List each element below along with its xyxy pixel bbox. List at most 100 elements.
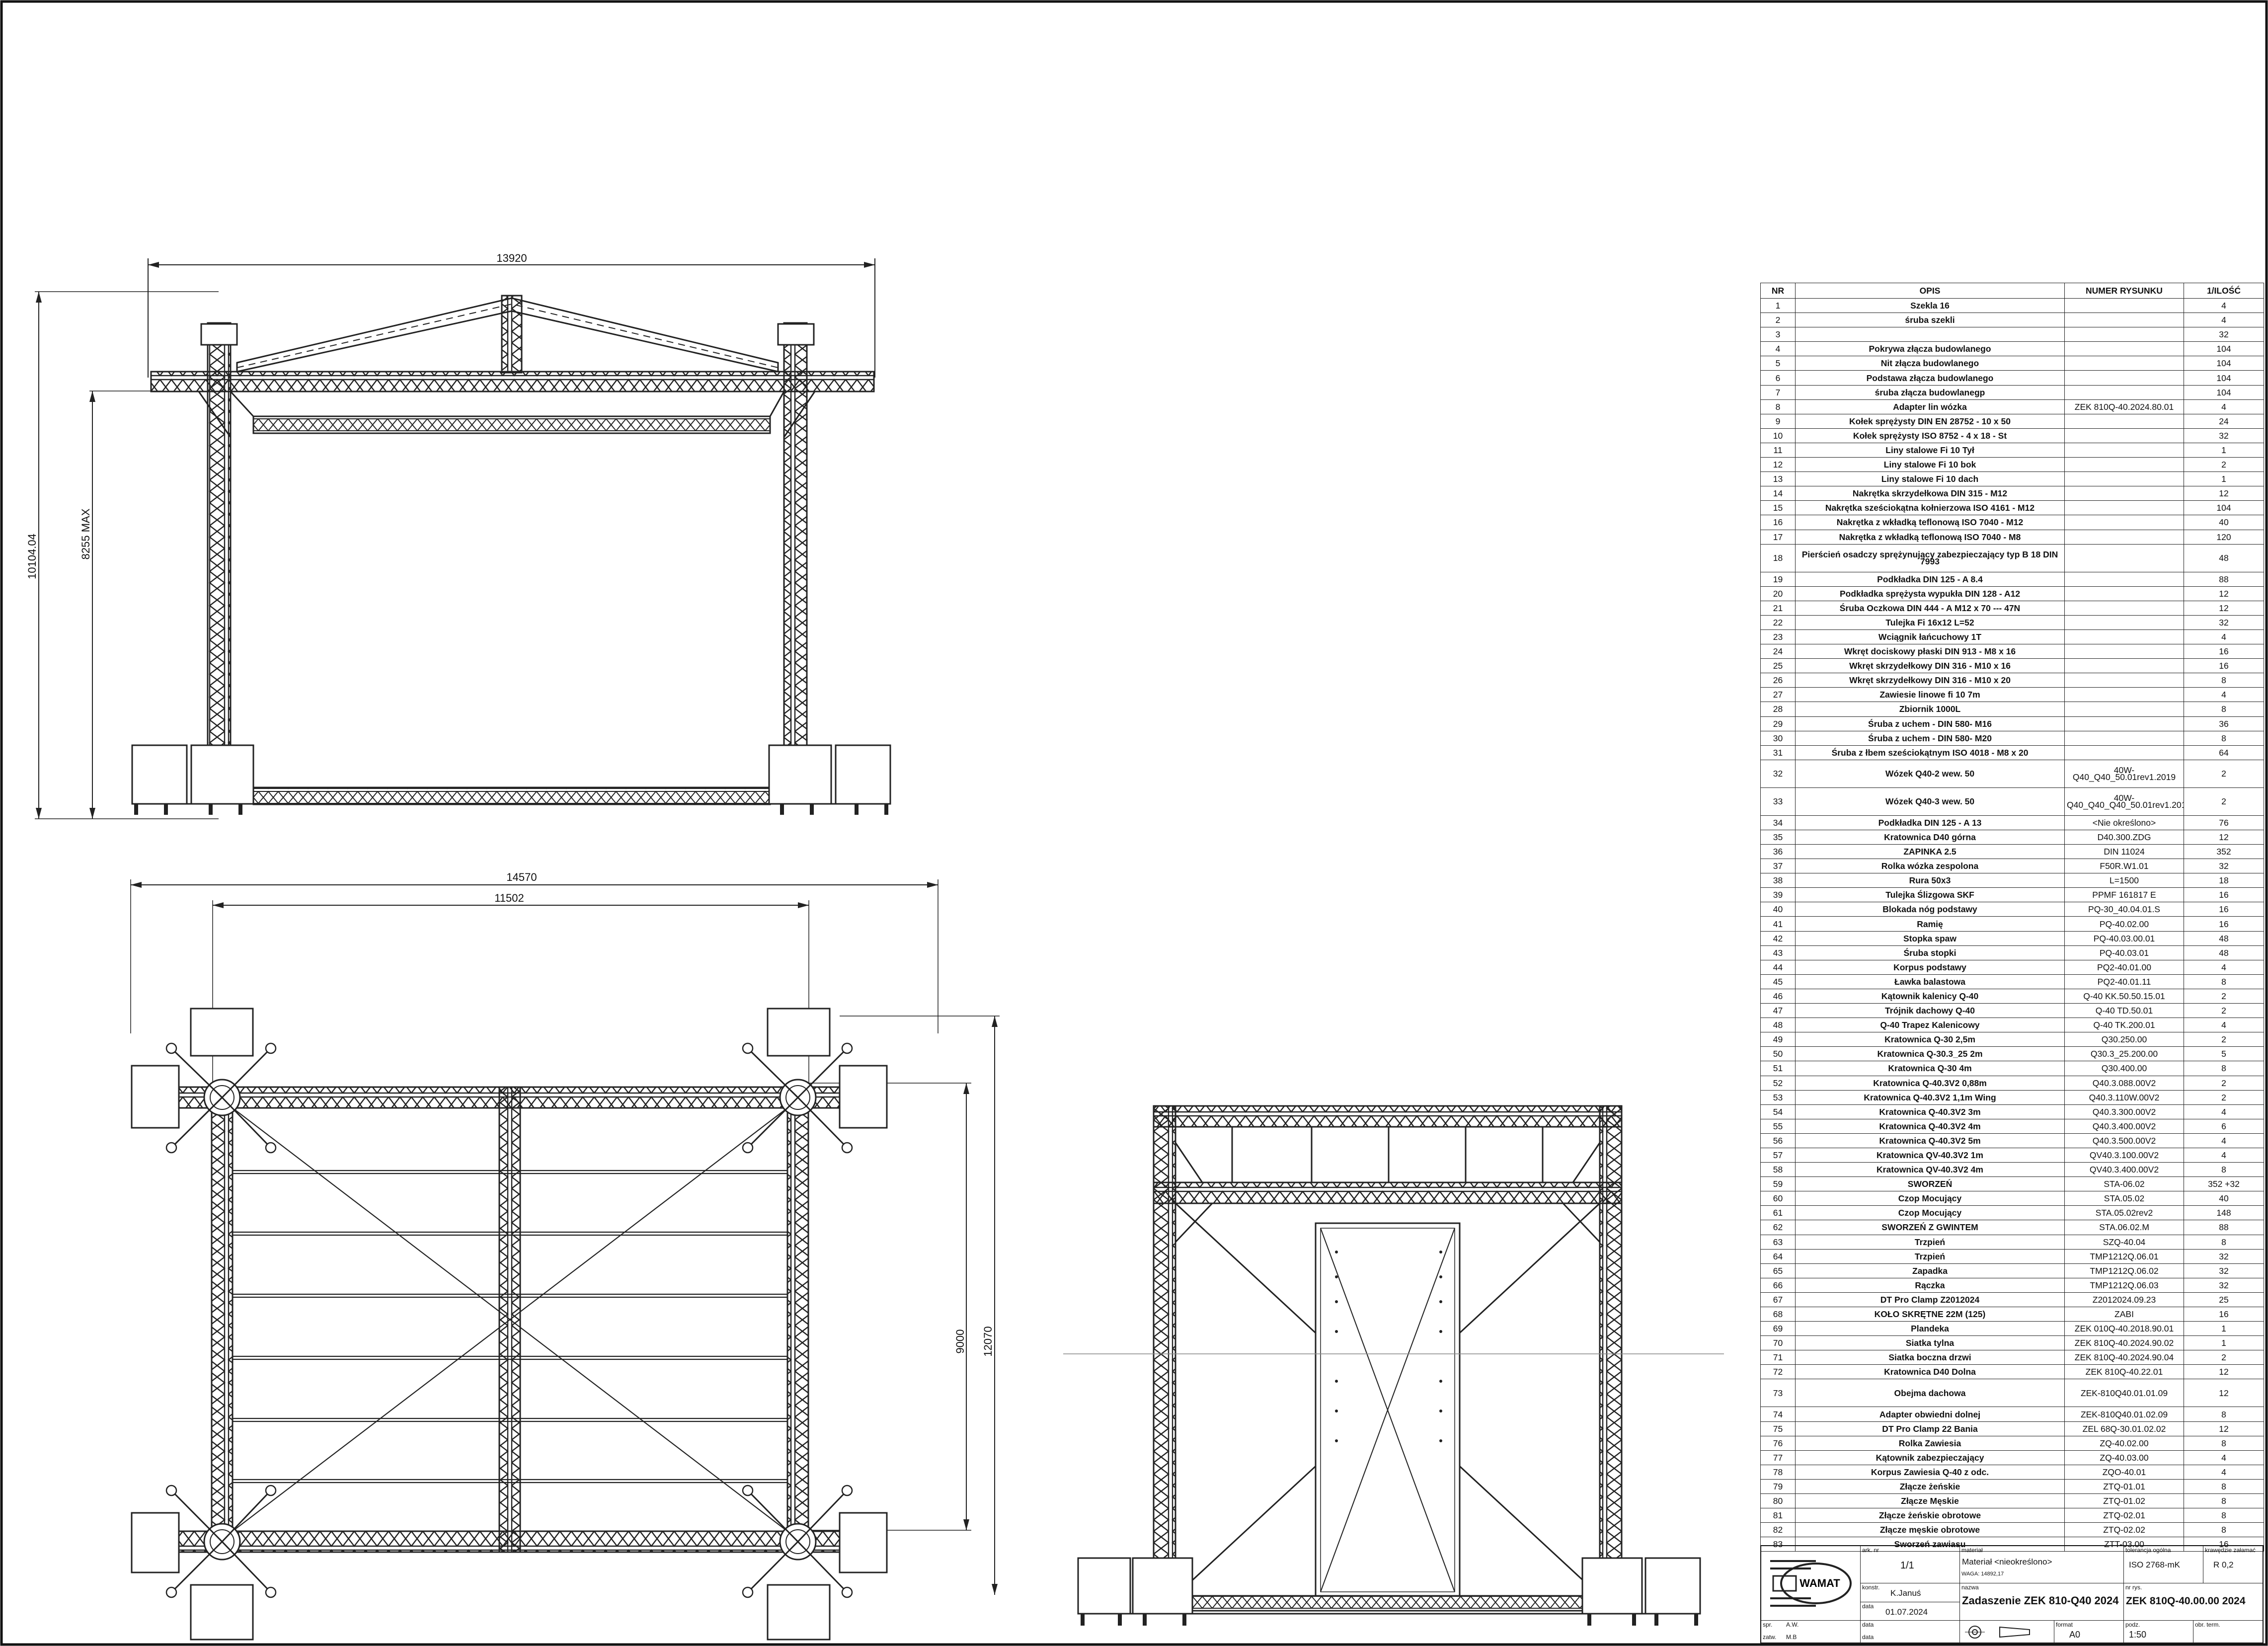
bom-cell-description: Kratownica Q-30 2,5m [1795,1032,2065,1047]
bom-cell-drawing-number: Q40.3.400.00V2 [2064,1118,2184,1134]
bom-cell-nr: 46 [1760,988,1796,1004]
drawing-number-cell: nr rys. ZEK 810Q-40.00.00 2024 [2124,1583,2263,1621]
bom-cell-quantity: 16 [2184,902,2264,917]
bom-cell-quantity: 64 [2184,745,2264,760]
bom-cell-quantity: 2 [2184,1032,2264,1047]
checker-cell: spr. A.W. zatw. M.B [1761,1621,1861,1644]
bom-cell-description: Rolka wózka zespolona [1795,859,2065,874]
material-cell: materiał Materiał <nieokreślono> WAGA: 1… [1960,1546,2124,1583]
bom-cell-quantity: 40 [2184,1191,2264,1206]
bom-cell-drawing-number: Q40.3.110W.00V2 [2064,1090,2184,1105]
bom-cell-description: Czop Mocujący [1795,1191,2065,1206]
bom-row: 80 Złącze Męskie ZTQ-01.02 8 [1760,1493,2264,1509]
bom-cell-drawing-number [2064,413,2184,429]
bom-cell-quantity: 8 [2184,702,2264,717]
bom-row: 40 Blokada nóg podstawy PQ-30_40.04.01.S 16 [1760,902,2264,917]
bom-cell-nr: 80 [1760,1493,1796,1509]
bom-cell-nr: 33 [1760,787,1796,816]
bom-cell-drawing-number: ZTQ-01.02 [2064,1493,2184,1509]
bom-cell-drawing-number: DIN 11024 [2064,844,2184,860]
bom-cell-quantity: 2 [2184,1003,2264,1019]
bom-cell-drawing-number [2064,385,2184,400]
bom-cell-description: Kątownik kalenicy Q-40 [1795,988,2065,1004]
bom-cell-description: Kratownica QV-40.3V2 1m [1795,1147,2065,1163]
bom-cell-description: Podkładka DIN 125 - A 13 [1795,815,2065,830]
bom-cell-nr: 18 [1760,544,1796,572]
bom-cell-quantity: 16 [2184,916,2264,932]
bom-cell-quantity: 2 [2184,988,2264,1004]
bom-cell-nr: 13 [1760,471,1796,487]
bom-cell-nr: 31 [1760,745,1796,760]
bom-cell-drawing-number: ZQO-40.01 [2064,1464,2184,1480]
bom-row: 34 Podkładka DIN 125 - A 13 <Nie określono… [1760,815,2264,830]
bom-cell-drawing-number: ZEK-810Q40.01.01.09 [2064,1379,2184,1408]
bom-cell-description [1795,327,2065,342]
bom-cell-quantity: 352 [2184,844,2264,860]
bom-cell-drawing-number: ZTQ-02.01 [2064,1508,2184,1523]
bom-cell-drawing-number: TMP1212Q.06.03 [2064,1277,2184,1293]
bom-row: 51 Kratownica Q-30 4m Q30.400.00 8 [1760,1061,2264,1076]
bom-cell-quantity: 32 [2184,1249,2264,1264]
plan-inner-depth-dimension: 9000 [954,1330,966,1354]
bom-cell-quantity: 1 [2184,1321,2264,1336]
bom-cell-drawing-number: PPMF 161817 E [2064,887,2184,903]
bill-of-materials-table: NR OPIS NUMER RYSUNKU 1/ILOŚĆ 1 Szekla 16… [1760,283,2264,1552]
bom-cell-nr: 75 [1760,1421,1796,1436]
bom-row: 58 Kratownica QV-40.3V2 4m QV40.3.400.00V2… [1760,1162,2264,1177]
bom-cell-quantity: 8 [2184,1061,2264,1076]
bom-cell-nr: 70 [1760,1335,1796,1351]
bom-row: 17 Nakrętka z wkładką teflonową ISO 7040 … [1760,529,2264,545]
bom-cell-quantity: 104 [2184,341,2264,357]
bom-cell-nr: 66 [1760,1277,1796,1293]
bom-cell-drawing-number: Q40.3.300.00V2 [2064,1104,2184,1119]
bom-cell-nr: 50 [1760,1046,1796,1062]
bom-cell-description: Śruba z uchem - DIN 580- M20 [1795,730,2065,746]
bom-cell-description: Złącze Męskie [1795,1493,2065,1509]
bom-cell-description: Złącze żeńskie [1795,1479,2065,1494]
projection-symbol-icon [1965,1626,2030,1639]
bom-cell-nr: 73 [1760,1379,1796,1408]
bom-cell-description: Kratownica Q-30 4m [1795,1061,2065,1076]
bom-cell-description: Kratownica QV-40.3V2 4m [1795,1162,2065,1177]
bom-cell-nr: 34 [1760,815,1796,830]
bom-cell-description: Śruba z łbem sześciokątnym ISO 4018 - M8… [1795,745,2065,760]
bom-cell-nr: 40 [1760,902,1796,917]
bom-cell-drawing-number [2064,586,2184,601]
bom-cell-quantity: 4 [2184,1104,2264,1119]
bom-row: 62 SWORZEŃ Z GWINTEM STA.06.02.M 88 [1760,1220,2264,1235]
bom-cell-description: Śruba stopki [1795,945,2065,960]
surface-treatment-cell: obr. term. [2193,1621,2263,1644]
bom-row: 10 Kołek sprężysty ISO 8752 - 4 x 18 - St… [1760,428,2264,443]
bom-cell-description: Trzpień [1795,1234,2065,1250]
bom-cell-nr: 61 [1760,1205,1796,1221]
logo-cell: WAMAT [1761,1546,1861,1621]
bom-cell-description: Kratownica Q-40.3V2 5m [1795,1133,2065,1148]
bom-row: 3 32 [1760,327,2264,342]
bom-cell-nr: 6 [1760,370,1796,386]
bom-cell-quantity: 12 [2184,1421,2264,1436]
projection-symbol-cell [1960,1621,2054,1644]
bom-row: 23 Wciągnik łańcuchowy 1T 4 [1760,629,2264,645]
bom-cell-description: Zawiesie linowe fi 10 7m [1795,687,2065,703]
bom-cell-nr: 63 [1760,1234,1796,1250]
bom-cell-description: Siatka boczna drzwi [1795,1350,2065,1365]
bom-cell-drawing-number: Q40.3.088.00V2 [2064,1075,2184,1091]
bom-cell-nr: 27 [1760,687,1796,703]
bom-cell-quantity: 1 [2184,1335,2264,1351]
bom-row: 6 Podstawa złącza budowlanego 104 [1760,370,2264,386]
bom-cell-quantity: 4 [2184,1147,2264,1163]
edges-cell: krawędzie załamać R 0,2 [2203,1546,2263,1583]
bom-row: 13 Liny stalowe Fi 10 dach 1 [1760,471,2264,487]
bom-cell-nr: 51 [1760,1061,1796,1076]
bom-row: 14 Nakrętka skrzydełkowa DIN 315 - M12 12 [1760,486,2264,501]
bom-cell-quantity: 352 +32 [2184,1176,2264,1192]
bom-cell-quantity: 32 [2184,428,2264,443]
bom-cell-nr: 19 [1760,571,1796,587]
bom-row: 8 Adapter lin wózka ZEK 810Q-40.2024.80.01… [1760,399,2264,414]
bom-row: 7 śruba złącza budowlanegp 104 [1760,385,2264,400]
bom-cell-description: Podstawa złącza budowlanego [1795,370,2065,386]
bom-cell-drawing-number [2064,544,2184,572]
bom-body: 1 Szekla 16 4 2 śruba szekli 4 3 32 4 Pokrywa złą… [1760,298,2264,1552]
designer-cell: konstr. K.Januś [1861,1583,1960,1602]
bom-cell-description: Adapter lin wózka [1795,399,2065,414]
